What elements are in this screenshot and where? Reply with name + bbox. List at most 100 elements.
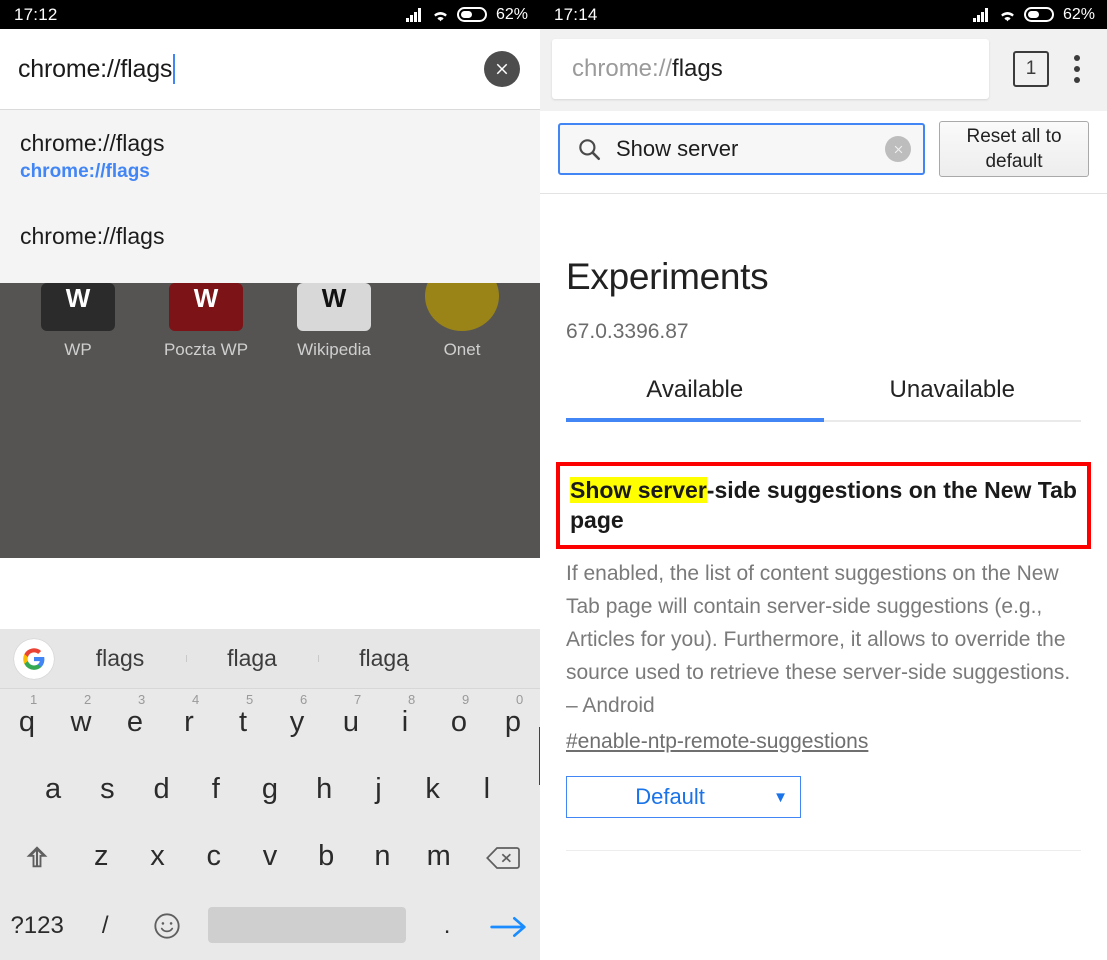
flag-title-highlight: Show server bbox=[570, 477, 707, 503]
clear-x-icon[interactable] bbox=[885, 136, 911, 162]
key-n[interactable]: n bbox=[354, 823, 410, 890]
tab-active-indicator bbox=[566, 418, 824, 422]
keyboard-row-4: ?123 / . bbox=[0, 890, 540, 960]
tab-counter-button[interactable]: 1 bbox=[1013, 51, 1049, 87]
list-item[interactable]: chrome://flags chrome://flags bbox=[0, 110, 540, 189]
key-z[interactable]: z bbox=[73, 823, 129, 890]
keyboard-suggestion-2[interactable]: flaga bbox=[186, 645, 318, 672]
flags-search-row: Show server Reset all to default bbox=[540, 111, 1107, 194]
key-j[interactable]: j bbox=[351, 756, 405, 823]
key-h[interactable]: h bbox=[297, 756, 351, 823]
key-label: p bbox=[504, 706, 522, 738]
flag-state-value: Default bbox=[635, 784, 705, 809]
key-e[interactable]: 3e bbox=[108, 689, 162, 756]
key-f[interactable]: f bbox=[189, 756, 243, 823]
backspace-icon[interactable] bbox=[467, 823, 540, 890]
search-input[interactable]: Show server bbox=[558, 123, 925, 175]
list-item[interactable]: Onet bbox=[398, 283, 526, 360]
key-slash[interactable]: / bbox=[74, 892, 136, 959]
google-g-icon[interactable] bbox=[14, 638, 54, 679]
key-l[interactable]: l bbox=[460, 756, 514, 823]
tab-unavailable[interactable]: Unavailable bbox=[824, 376, 1082, 422]
battery-icon bbox=[456, 7, 487, 22]
tile-label: Poczta WP bbox=[163, 340, 249, 359]
flag-description: If enabled, the list of content suggesti… bbox=[566, 562, 1071, 717]
keyboard-row-1: 1q 2w 3e 4r 5t 6y 7u 8i 9o 0p bbox=[0, 689, 540, 756]
status-icons: 62% bbox=[972, 6, 1095, 24]
status-clock: 17:14 bbox=[554, 4, 598, 24]
wifi-icon bbox=[998, 8, 1017, 22]
tile-thumbnail-poczta-wp: W bbox=[169, 283, 243, 331]
keyboard-suggestion-1[interactable]: flags bbox=[54, 645, 186, 672]
chrome-toolbar: chrome://flags 1 bbox=[540, 29, 1107, 111]
omnibox-suggestion-list: chrome://flags chrome://flags chrome://f… bbox=[0, 110, 540, 283]
key-label: t bbox=[238, 706, 248, 738]
tile-label: WP bbox=[64, 340, 92, 359]
status-bar-left: 17:12 62% bbox=[0, 0, 540, 29]
flag-entry: Show server-side suggestions on the New … bbox=[556, 462, 1091, 851]
key-s[interactable]: s bbox=[80, 756, 134, 823]
flags-page-body: Experiments 67.0.3396.87 Available Unava… bbox=[540, 256, 1107, 851]
key-d[interactable]: d bbox=[134, 756, 188, 823]
key-x[interactable]: x bbox=[129, 823, 185, 890]
left-phone-screen: 17:12 62% chrome://flags chrome://flags … bbox=[0, 0, 540, 960]
list-item[interactable]: W Wikipedia bbox=[270, 283, 398, 360]
key-number: 1 bbox=[30, 692, 38, 707]
emoji-smiley-icon[interactable] bbox=[136, 892, 198, 959]
key-c[interactable]: c bbox=[186, 823, 242, 890]
key-g[interactable]: g bbox=[243, 756, 297, 823]
search-magnifier-icon bbox=[576, 136, 602, 162]
suggestion-primary: chrome://flags bbox=[20, 130, 165, 156]
screenshot-root: 17:12 62% chrome://flags chrome://flags … bbox=[0, 0, 1107, 960]
status-bar-right: 17:14 62% bbox=[540, 0, 1107, 29]
spacebar-key[interactable] bbox=[208, 907, 407, 943]
flag-state-dropdown[interactable]: Default ▼ bbox=[566, 776, 801, 818]
key-r[interactable]: 4r bbox=[162, 689, 216, 756]
keyboard-suggestion-3[interactable]: flagą bbox=[318, 645, 450, 672]
keyboard-row-3: z x c v b n m bbox=[0, 823, 540, 890]
key-number: 0 bbox=[516, 692, 524, 707]
key-q[interactable]: 1q bbox=[0, 689, 54, 756]
key-label: i bbox=[401, 706, 409, 738]
key-k[interactable]: k bbox=[406, 756, 460, 823]
key-m[interactable]: m bbox=[411, 823, 467, 890]
clear-circle-icon[interactable] bbox=[484, 51, 520, 87]
key-b[interactable]: b bbox=[298, 823, 354, 890]
tab-available[interactable]: Available bbox=[566, 376, 824, 422]
key-t[interactable]: 5t bbox=[216, 689, 270, 756]
list-item[interactable]: chrome://flags bbox=[0, 189, 540, 281]
key-u[interactable]: 7u bbox=[324, 689, 378, 756]
tile-thumbnail-wikipedia: W bbox=[297, 283, 371, 331]
omnibox-text: chrome://flags bbox=[18, 54, 176, 84]
key-v[interactable]: v bbox=[242, 823, 298, 890]
omnibox-left[interactable]: chrome://flags bbox=[0, 29, 540, 110]
chevron-down-icon: ▼ bbox=[773, 788, 788, 806]
flag-permalink[interactable]: #enable-ntp-remote-suggestions bbox=[566, 730, 868, 754]
keyboard-suggestion-strip: flags flaga flagą bbox=[0, 629, 540, 689]
tile-thumbnail-wp: W bbox=[41, 283, 115, 331]
page-title: Experiments bbox=[566, 256, 769, 297]
tile-thumbnail-onet bbox=[425, 283, 499, 331]
key-o[interactable]: 9o bbox=[432, 689, 486, 756]
symbols-key[interactable]: ?123 bbox=[0, 892, 74, 959]
key-label: u bbox=[342, 706, 360, 738]
wifi-icon bbox=[431, 8, 450, 22]
list-item[interactable]: W Poczta WP bbox=[142, 283, 270, 360]
status-icons: 62% bbox=[405, 6, 528, 24]
key-period[interactable]: . bbox=[416, 892, 478, 959]
key-p[interactable]: 0p bbox=[486, 689, 540, 756]
shift-arrow-icon[interactable] bbox=[0, 823, 73, 890]
key-a[interactable]: a bbox=[26, 756, 80, 823]
flag-title: Show server-side suggestions on the New … bbox=[570, 475, 1077, 535]
enter-arrow-icon[interactable] bbox=[478, 892, 540, 959]
reset-all-to-default-button[interactable]: Reset all to default bbox=[939, 121, 1089, 177]
list-item[interactable]: W WP bbox=[14, 283, 142, 360]
key-w[interactable]: 2w bbox=[54, 689, 108, 756]
key-y[interactable]: 6y bbox=[270, 689, 324, 756]
battery-icon bbox=[1023, 7, 1054, 22]
three-dot-menu-icon[interactable] bbox=[1065, 55, 1089, 83]
key-number: 9 bbox=[462, 692, 470, 707]
key-i[interactable]: 8i bbox=[378, 689, 432, 756]
url-bar[interactable]: chrome://flags bbox=[552, 39, 989, 99]
tile-label: Onet bbox=[443, 340, 481, 359]
